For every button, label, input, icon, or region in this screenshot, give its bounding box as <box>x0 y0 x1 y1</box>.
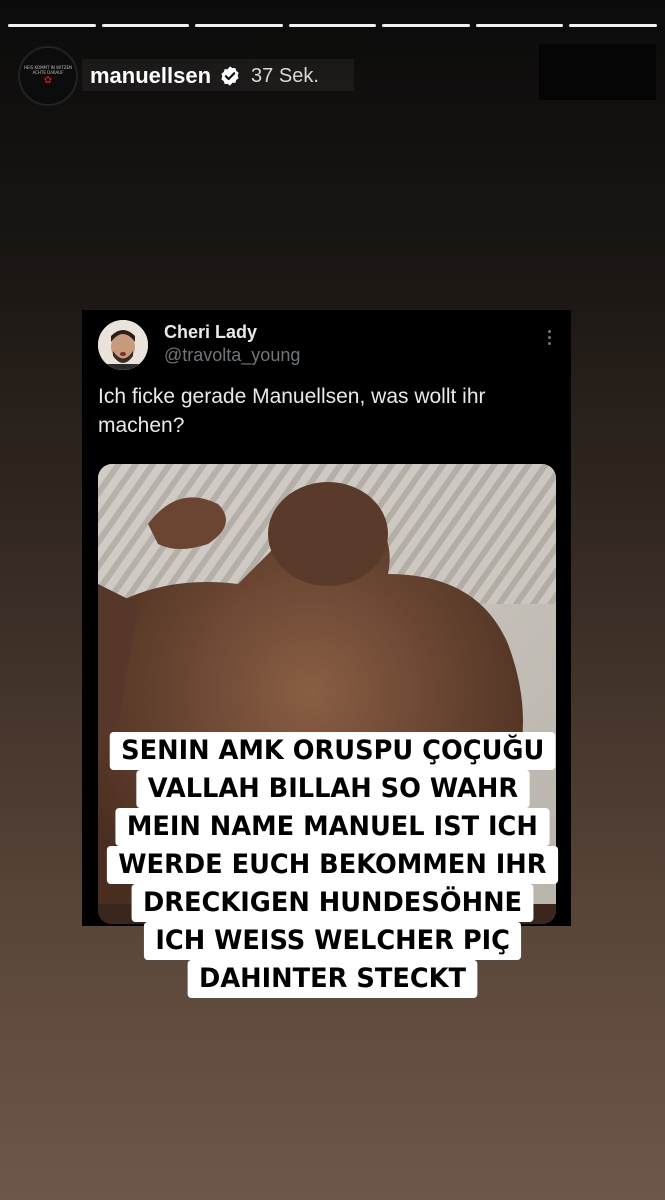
post-time: 37 Sek. <box>251 64 319 87</box>
progress-segment <box>8 24 96 27</box>
overlay-box <box>539 44 656 100</box>
more-options-icon[interactable] <box>548 330 551 345</box>
story-header: HEIS KOMMT IN WITZEN ACHTE DARAUF ✿ manu… <box>18 46 319 106</box>
rose-icon: ✿ <box>43 75 53 86</box>
tweet-avatar[interactable] <box>98 320 148 370</box>
avatar[interactable]: HEIS KOMMT IN WITZEN ACHTE DARAUF ✿ <box>18 46 78 106</box>
progress-segment <box>569 24 658 27</box>
caption-line: SENIN AMK ORUSPU ÇOÇUĞU <box>109 732 556 770</box>
caption-line: DRECKIGEN HUNDESÖHNE <box>131 884 534 922</box>
caption-line: MEIN NAME MANUEL IST ICH <box>115 808 550 846</box>
progress-segment <box>475 24 564 27</box>
story-caption: SENIN AMK ORUSPU ÇOÇUĞU VALLAH BILLAH SO… <box>0 732 665 998</box>
user-photo-icon <box>98 320 148 370</box>
tweet-display-name[interactable]: Cheri Lady <box>164 322 257 343</box>
verified-badge-icon <box>221 66 239 86</box>
tweet-text: Ich ficke gerade Manuellsen, was wollt i… <box>98 385 486 437</box>
progress-segment <box>195 24 283 27</box>
story-progress-bar <box>8 24 658 27</box>
username[interactable]: manuellsen <box>90 63 211 89</box>
progress-segment <box>288 24 377 27</box>
caption-line: WERDE EUCH BEKOMMEN IHR <box>106 846 559 884</box>
caption-line: DAHINTER STECKT <box>187 960 478 998</box>
progress-segment <box>382 24 470 27</box>
tweet-handle[interactable]: @travolta_young <box>164 345 300 366</box>
progress-segment <box>101 24 190 27</box>
caption-line: ICH WEISS WELCHER PIÇ <box>143 922 522 960</box>
caption-line: VALLAH BILLAH SO WAHR <box>135 770 530 808</box>
